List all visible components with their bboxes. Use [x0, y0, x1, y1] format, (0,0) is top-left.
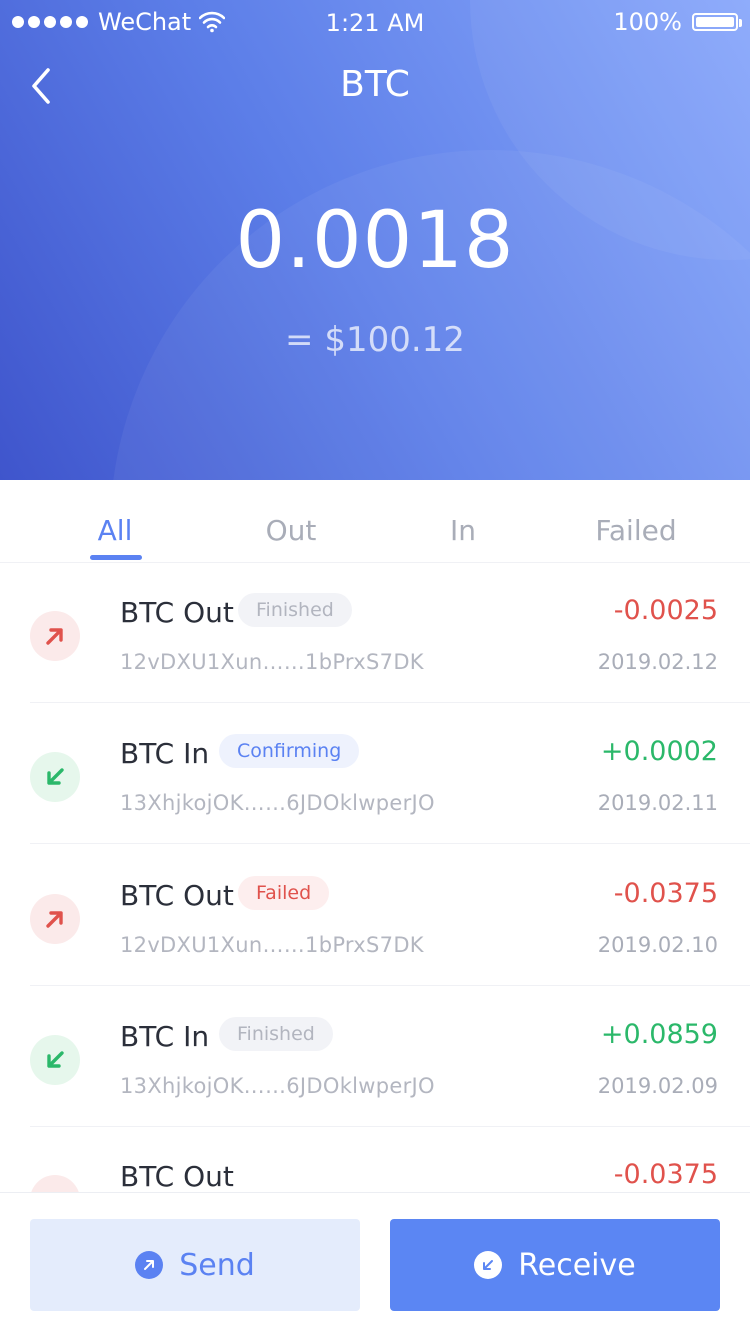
incoming-arrow-icon — [30, 752, 80, 802]
transaction-title: BTC Out — [120, 596, 234, 629]
status-bar-right: 100% — [613, 8, 742, 36]
receive-icon — [474, 1251, 503, 1279]
divider — [30, 843, 750, 844]
transaction-title: BTC Out — [120, 879, 234, 912]
transaction-title: BTC In — [120, 1020, 210, 1053]
transaction-list[interactable]: BTC Out Finished 12vDXU1Xun……1bPrxS7DK -… — [0, 562, 750, 1192]
list-item[interactable]: BTC Out Finished 12vDXU1Xun……1bPrxS7DK -… — [0, 562, 750, 703]
active-tab-indicator — [90, 555, 142, 560]
list-item[interactable]: BTC Out -0.0375 — [0, 1126, 750, 1192]
send-button[interactable]: Send — [30, 1219, 360, 1311]
status-badge: Confirming — [219, 734, 360, 768]
tab-all[interactable]: All — [35, 514, 195, 547]
list-item[interactable]: BTC In Confirming 13XhjkojOK……6JDOklwper… — [0, 703, 750, 844]
incoming-arrow-icon — [30, 1035, 80, 1085]
status-badge: Finished — [219, 1017, 333, 1051]
status-bar: WeChat 1:21 AM 100% — [0, 0, 750, 44]
status-badge: Finished — [238, 593, 352, 627]
receive-button-label: Receive — [518, 1247, 636, 1283]
tab-out[interactable]: Out — [211, 514, 371, 547]
transaction-date: 2019.02.09 — [597, 1074, 718, 1098]
status-badge: Failed — [238, 876, 330, 910]
transaction-title: BTC Out — [120, 1160, 234, 1192]
transaction-amount: +0.0002 — [600, 736, 718, 767]
transaction-amount: -0.0375 — [613, 878, 718, 909]
list-item[interactable]: BTC Out Failed 12vDXU1Xun……1bPrxS7DK -0.… — [0, 845, 750, 986]
page-title: BTC — [340, 64, 410, 105]
transaction-title: BTC In — [120, 737, 210, 770]
battery-icon — [692, 13, 742, 31]
outgoing-arrow-icon — [30, 1175, 80, 1192]
battery-percentage: 100% — [613, 8, 682, 36]
transaction-date: 2019.02.10 — [597, 933, 718, 957]
tab-failed[interactable]: Failed — [556, 514, 716, 547]
tab-in[interactable]: In — [383, 514, 543, 547]
transaction-amount: +0.0859 — [600, 1019, 718, 1050]
transaction-address: 12vDXU1Xun……1bPrxS7DK — [120, 650, 424, 674]
transaction-date: 2019.02.12 — [597, 650, 718, 674]
list-item[interactable]: BTC In Finished 13XhjkojOK……6JDOklwperJO… — [0, 986, 750, 1127]
outgoing-arrow-icon — [30, 611, 80, 661]
transaction-amount: -0.0025 — [613, 595, 718, 626]
transaction-amount: -0.0375 — [613, 1159, 718, 1190]
fiat-value: = $100.12 — [285, 320, 465, 360]
transaction-address: 13XhjkojOK……6JDOklwperJO — [120, 1074, 435, 1098]
transaction-filter-tabs: All Out In Failed — [0, 480, 750, 563]
send-button-label: Send — [179, 1247, 255, 1283]
balance-amount: 0.0018 — [235, 196, 515, 286]
transaction-address: 12vDXU1Xun……1bPrxS7DK — [120, 933, 424, 957]
receive-button[interactable]: Receive — [390, 1219, 720, 1311]
transaction-date: 2019.02.11 — [597, 791, 718, 815]
bottom-action-bar: Send Receive — [0, 1192, 750, 1335]
outgoing-arrow-icon — [30, 894, 80, 944]
send-icon — [135, 1251, 164, 1279]
transaction-address: 13XhjkojOK……6JDOklwperJO — [120, 791, 435, 815]
wallet-header: WeChat 1:21 AM 100% BTC 0.0018 = $100.12 — [0, 0, 750, 480]
